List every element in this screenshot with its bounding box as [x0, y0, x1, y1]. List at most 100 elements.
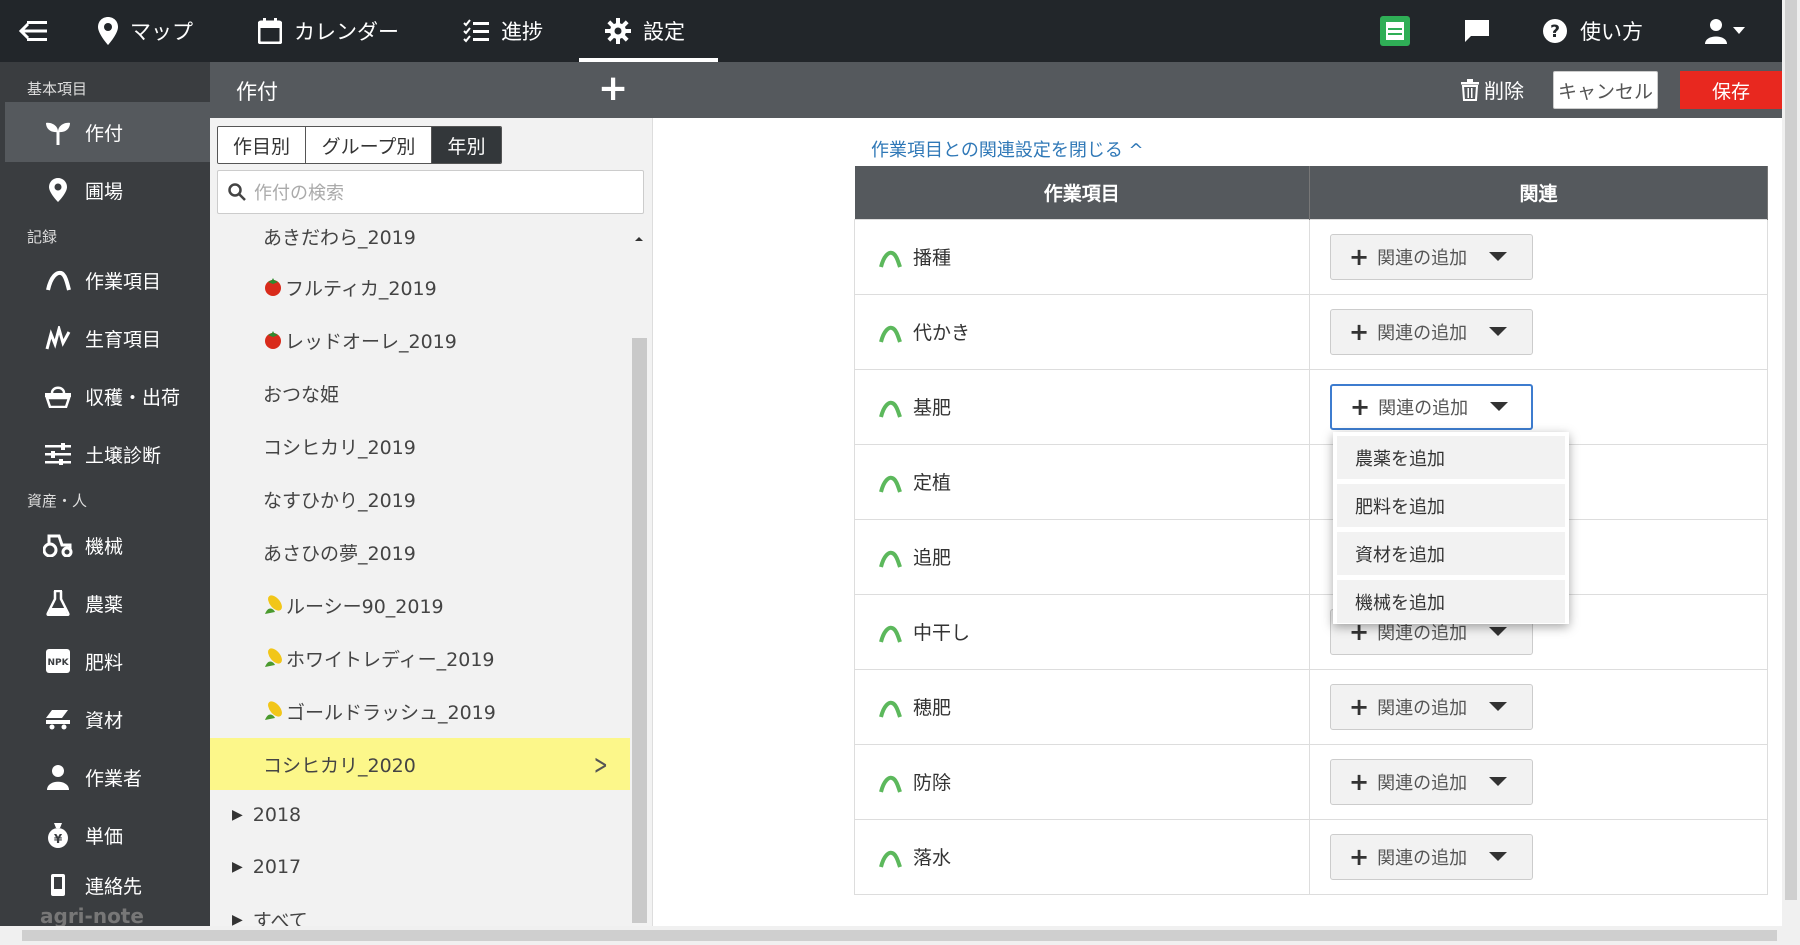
crop-item[interactable]: なすひかり_2019	[210, 473, 630, 525]
help-link[interactable]: ? 使い方	[1542, 0, 1643, 62]
task-name: 基肥	[913, 397, 952, 419]
sidebar-item-crop[interactable]: 作付	[5, 102, 210, 162]
crop-item-selected[interactable]: コシヒカリ_2020 >	[210, 738, 630, 790]
page-horizontal-scroll-thumb[interactable]	[22, 930, 1777, 941]
crop-item[interactable]: コシヒカリ_2019	[210, 420, 630, 472]
sliders-icon	[43, 443, 73, 465]
task-name-cell: 中干し	[854, 593, 1310, 670]
tomato-icon	[265, 278, 281, 296]
menu-item-add-fertilizer[interactable]: 肥料を追加	[1337, 484, 1565, 527]
menu-item-add-machine[interactable]: 機械を追加	[1337, 580, 1565, 623]
chat-icon[interactable]	[1463, 0, 1503, 62]
crop-name: ホワイトレディー_2019	[286, 648, 495, 671]
year-group-2017[interactable]: ▶ 2017	[232, 856, 301, 878]
crop-item[interactable]: おつな姫	[210, 367, 630, 419]
crop-item[interactable]: レッドオーレ_2019	[210, 314, 630, 366]
crop-name: ゴールドラッシュ_2019	[286, 701, 496, 724]
cancel-button[interactable]: キャンセル	[1553, 71, 1658, 109]
task-name: 落水	[913, 847, 952, 869]
task-name-cell: 防除	[854, 743, 1310, 820]
add-relation-label: 関連の追加	[1377, 247, 1468, 269]
relation-cell: + 関連の追加	[1309, 818, 1768, 895]
sidebar-item-worker[interactable]: 作業者	[5, 747, 210, 807]
growth-icon	[43, 326, 73, 350]
sidebar-item-unit-price[interactable]: ¥ 単価	[5, 805, 210, 865]
crop-item[interactable]: ゴールドラッシュ_2019	[210, 685, 630, 737]
sidebar-item-fertilizer[interactable]: NPK 肥料	[5, 631, 210, 691]
add-relation-dropdown-open[interactable]: + 関連の追加	[1330, 383, 1533, 430]
save-button[interactable]: 保存	[1680, 71, 1782, 109]
close-relation-settings-link[interactable]: 作業項目との関連設定を閉じる ^	[871, 136, 1144, 162]
user-icon	[1705, 19, 1745, 44]
menu-item-add-pesticide[interactable]: 農薬を追加	[1337, 436, 1565, 479]
plus-icon: +	[1349, 842, 1370, 871]
add-relation-label: 関連の追加	[1377, 772, 1468, 794]
top-navbar: マップ カレンダー 進捗 設定 ? 使い方	[0, 0, 1782, 62]
menu-toggle-icon[interactable]	[18, 0, 60, 62]
sidebar-item-soil[interactable]: 土壌診断	[5, 424, 210, 484]
crop-item[interactable]: ホワイトレディー_2019	[210, 632, 630, 684]
sidebar-item-field[interactable]: 圃場	[5, 160, 210, 220]
add-relation-label: 関連の追加	[1377, 322, 1468, 344]
plus-icon: +	[1349, 242, 1370, 271]
nav-progress[interactable]: 進捗	[463, 0, 543, 62]
sidebar-item-work[interactable]: 作業項目	[5, 250, 210, 310]
basket-icon	[43, 384, 73, 408]
sidebar-item-harvest[interactable]: 収穫・出荷	[5, 366, 210, 426]
crop-list-scroll-thumb[interactable]	[632, 338, 647, 923]
map-pin-icon	[98, 17, 118, 45]
nav-map[interactable]: マップ	[98, 0, 193, 62]
svg-text:¥: ¥	[54, 832, 63, 846]
work-icon	[879, 625, 902, 643]
npk-icon: NPK	[43, 648, 73, 674]
logo-text: agri-note	[40, 904, 144, 928]
sidebar-item-machine[interactable]: 機械	[5, 515, 210, 575]
year-group-2018[interactable]: ▶ 2018	[232, 804, 301, 826]
caret-right-icon: ▶	[232, 807, 243, 823]
crop-item[interactable]: ルーシー90_2019	[210, 579, 630, 631]
crop-item[interactable]: あさひの夢_2019	[210, 526, 630, 578]
table-row: 中干し + 関連の追加	[854, 593, 1768, 670]
year-label: 2017	[252, 856, 302, 878]
segment-by-crop[interactable]: 作目別	[218, 127, 306, 163]
segment-by-year[interactable]: 年別	[432, 127, 501, 163]
delete-button[interactable]: 削除	[1460, 75, 1524, 104]
sidebar-item-material[interactable]: 資材	[5, 689, 210, 749]
table-row: 播種 + 関連の追加	[854, 218, 1768, 295]
task-name-cell: 播種	[854, 218, 1310, 295]
page-horizontal-scrollbar[interactable]	[0, 926, 1800, 945]
work-icon	[879, 475, 902, 493]
sidebar-item-contact[interactable]: 連絡先	[5, 863, 210, 907]
crop-item[interactable]: あきだわら_2019	[210, 216, 630, 256]
crop-search-input[interactable]: 作付の検索	[217, 170, 644, 214]
add-relation-dropdown[interactable]: + 関連の追加	[1330, 233, 1533, 280]
crop-item[interactable]: フルティカ_2019	[210, 261, 630, 313]
sidebar-item-pesticide[interactable]: 農薬	[5, 573, 210, 633]
person-icon	[43, 764, 73, 790]
table-row: 穂肥 + 関連の追加	[854, 668, 1768, 745]
corn-icon	[265, 595, 282, 614]
add-relation-dropdown[interactable]: + 関連の追加	[1330, 683, 1533, 730]
scroll-up-arrow-icon[interactable]	[632, 234, 646, 244]
help-label: 使い方	[1580, 20, 1643, 44]
phone-icon	[43, 873, 73, 897]
nav-settings[interactable]: 設定	[605, 0, 685, 62]
crop-name: フルティカ_2019	[285, 277, 437, 300]
add-crop-button[interactable]: +	[598, 68, 628, 109]
add-relation-dropdown[interactable]: + 関連の追加	[1330, 758, 1533, 805]
add-relation-dropdown[interactable]: + 関連の追加	[1330, 833, 1533, 880]
sidebar-item-label: 連絡先	[85, 875, 143, 898]
page-vertical-scroll-thumb[interactable]	[1785, 0, 1797, 900]
menu-item-add-material[interactable]: 資材を追加	[1337, 532, 1565, 575]
add-relation-dropdown[interactable]: + 関連の追加	[1330, 308, 1533, 355]
task-name-cell: 定植	[854, 443, 1310, 520]
sidebar-item-label: 収穫・出荷	[85, 386, 181, 409]
sidebar-item-label: 肥料	[85, 651, 124, 674]
page-vertical-scrollbar[interactable]	[1782, 0, 1800, 926]
segment-by-group[interactable]: グループ別	[306, 127, 432, 163]
spreadsheet-icon[interactable]	[1380, 0, 1422, 62]
table-row: 基肥 + 関連の追加	[854, 368, 1768, 445]
sidebar-item-growth[interactable]: 生育項目	[5, 308, 210, 368]
user-menu[interactable]	[1705, 0, 1759, 62]
nav-calendar[interactable]: カレンダー	[258, 0, 399, 62]
